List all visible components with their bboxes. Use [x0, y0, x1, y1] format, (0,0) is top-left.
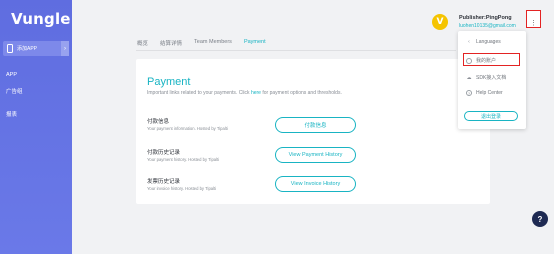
subtitle-text-end: for payment options and thresholds. [260, 90, 342, 96]
subtitle-text: Important links related to your payments… [147, 90, 251, 96]
payment-title: Payment [147, 76, 191, 88]
menu-item-my-account[interactable]: 我的账户 [466, 57, 496, 64]
add-app-label: 添加APP [17, 46, 38, 52]
menu-item-label: SDK接入文档 [476, 75, 507, 81]
more-vertical-icon: ⋮ [530, 20, 537, 27]
account-dropdown: ‹ Languages 我的账户 ☁ SDK接入文档 ? Help Center… [458, 31, 526, 129]
sidebar-item-ad-groups[interactable]: 广告组 [6, 87, 23, 95]
menu-item-label: Help Center [476, 90, 503, 96]
question-icon: ? [466, 90, 472, 96]
payment-info-desc: Your payment information. Hosted by Tipa… [147, 126, 228, 131]
payment-history-title: 付款历史记录 [147, 150, 181, 156]
sidebar-item-app[interactable]: APP [6, 72, 17, 78]
account-menu-button[interactable]: ⋮ [526, 10, 541, 28]
account-email: luohen10135@gmail.com [459, 23, 516, 29]
payment-history-desc: Your payment history. Hosted by Tipalti [147, 157, 220, 162]
payment-info-title: 付款信息 [147, 119, 170, 125]
menu-item-sdk-docs[interactable]: ☁ SDK接入文档 [466, 74, 507, 82]
payment-info-button[interactable]: 付款信息 [275, 117, 356, 133]
menu-item-label: Languages [476, 39, 501, 45]
tab-divider [136, 50, 456, 51]
phone-icon [7, 44, 13, 53]
sidebar: Vungle 添加APP › APP 广告组 报表 [0, 0, 72, 254]
publisher-name: Publisher:PingPong [459, 15, 512, 21]
add-app-button[interactable]: 添加APP › [3, 41, 69, 56]
menu-item-label: 我的账户 [476, 58, 497, 64]
menu-item-languages[interactable]: ‹ Languages [466, 39, 501, 45]
menu-item-help-center[interactable]: ? Help Center [466, 90, 503, 96]
cloud-icon: ☁ [466, 74, 472, 81]
logout-button[interactable]: 退出登录 [464, 111, 518, 121]
invoice-history-desc: Your invoice history. Hosted by Tipalti [147, 186, 217, 191]
view-payment-history-button[interactable]: View Payment History [275, 147, 356, 163]
view-invoice-history-button[interactable]: View Invoice History [275, 176, 356, 192]
avatar[interactable]: V [432, 14, 448, 30]
help-chat-button[interactable]: ? [532, 211, 548, 227]
globe-icon: ‹ [468, 39, 470, 45]
chevron-right-icon[interactable]: › [61, 41, 69, 56]
payment-subtitle: Important links related to your payments… [147, 90, 342, 96]
sidebar-item-reports[interactable]: 报表 [6, 110, 17, 118]
invoice-history-title: 发票历史记录 [147, 179, 181, 185]
user-icon [466, 57, 472, 64]
payment-card: Payment Important links related to your … [136, 59, 490, 204]
vungle-logo[interactable]: Vungle [11, 10, 71, 28]
payment-options-link[interactable]: here [251, 90, 261, 96]
